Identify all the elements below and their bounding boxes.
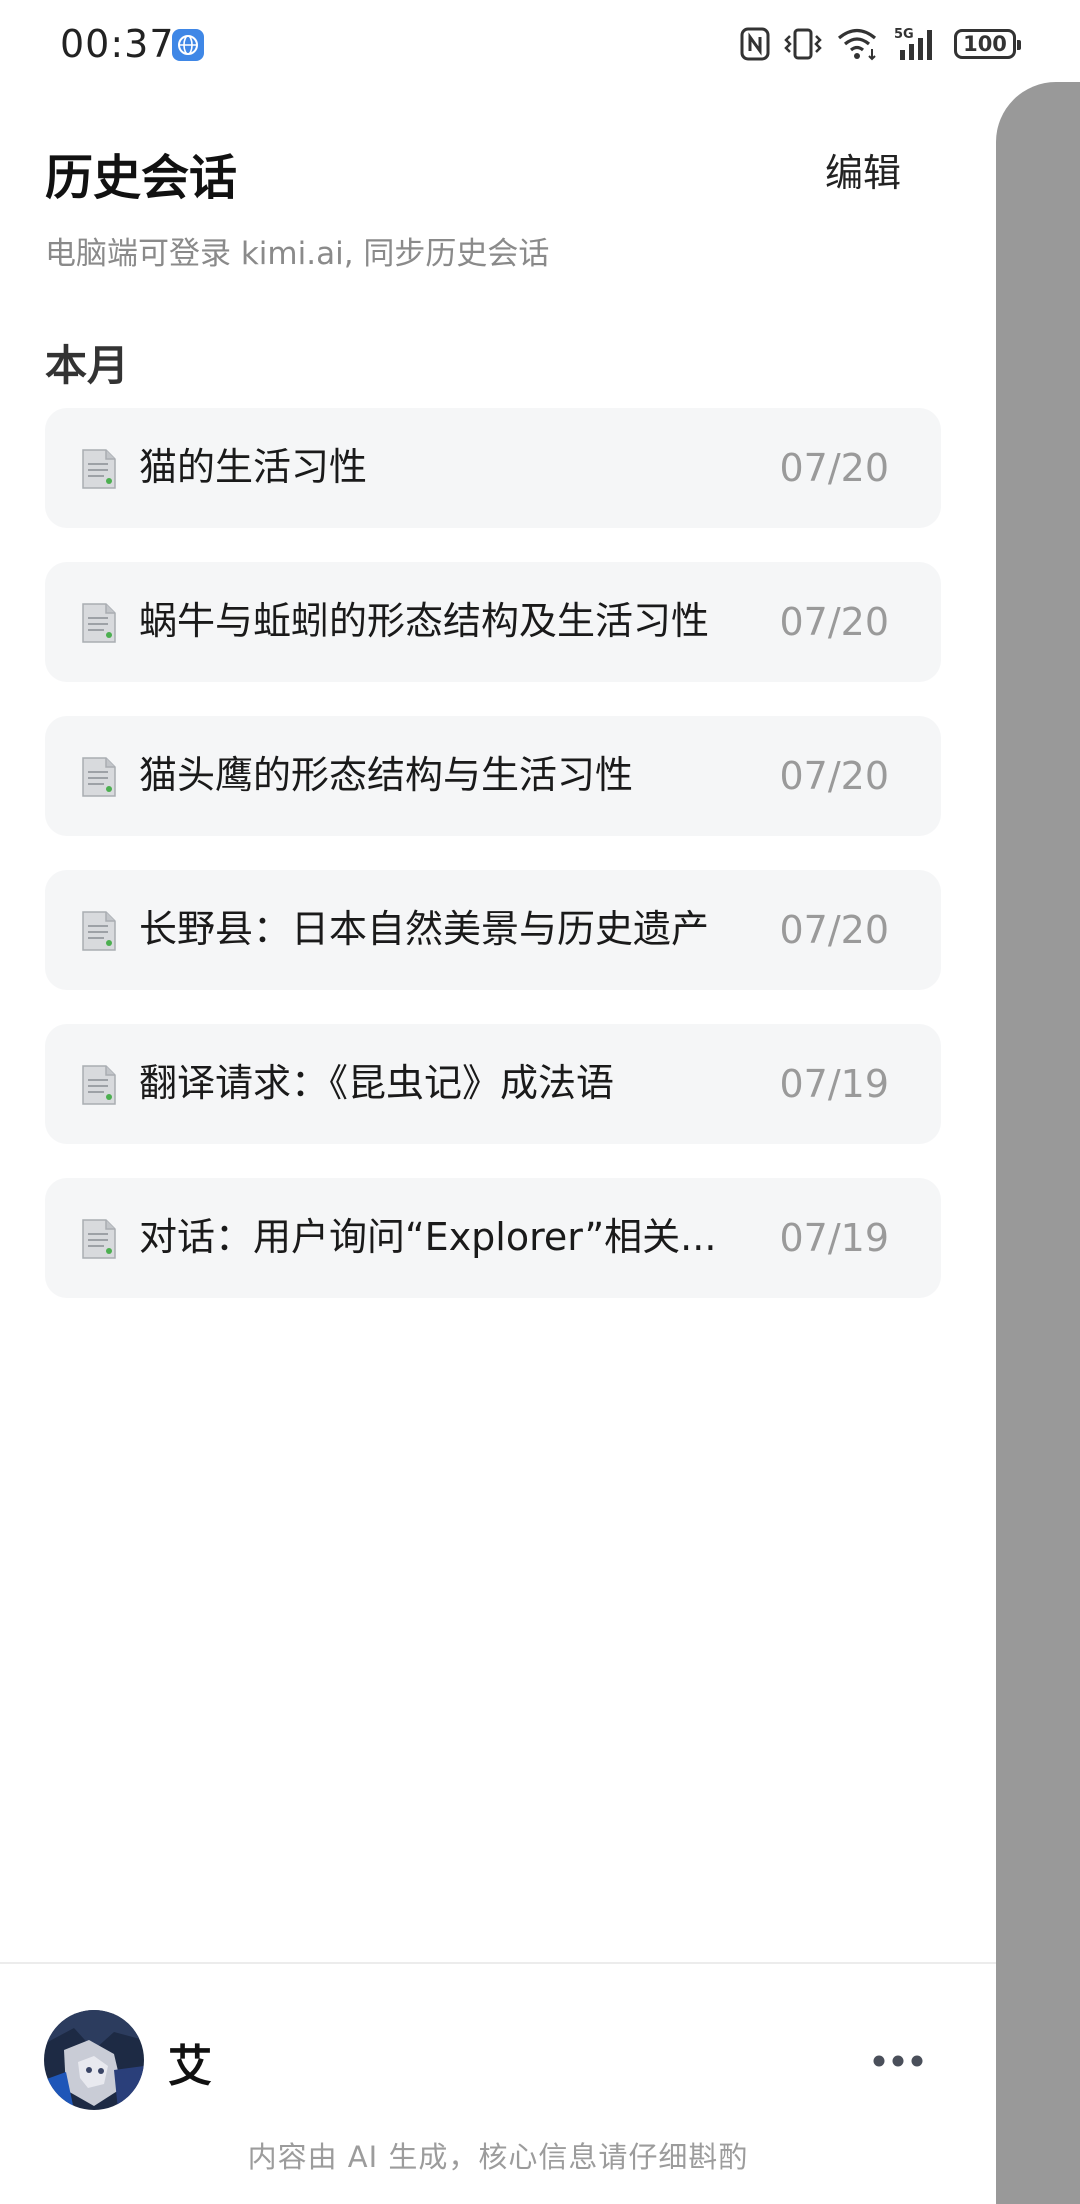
ai-disclaimer: 内容由 AI 生成，核心信息请仔细斟酌 <box>247 2140 749 2174</box>
status-time: 00:37 <box>60 22 175 66</box>
globe-icon <box>172 29 204 61</box>
history-item[interactable]: 翻译请求：《昆虫记》成法语 07/19 <box>45 1024 941 1144</box>
status-icons: 5G 100 <box>740 24 1021 64</box>
more-button[interactable] <box>872 2046 924 2076</box>
history-drawer: 历史会话 编辑 电脑端可登录 kimi.ai, 同步历史会话 本月 猫的生活习性… <box>0 0 996 2204</box>
document-icon <box>82 1065 116 1105</box>
history-item[interactable]: 蜗牛与蚯蚓的形态结构及生活习性 07/20 <box>45 562 941 682</box>
history-item-title: 翻译请求：《昆虫记》成法语 <box>139 1061 615 1105</box>
document-icon <box>82 449 116 489</box>
user-name: 艾 <box>168 2041 212 2092</box>
document-icon <box>82 911 116 951</box>
history-item-date: 07/20 <box>779 908 889 952</box>
history-item-date: 07/20 <box>779 600 889 644</box>
more-icon <box>873 2055 923 2067</box>
history-item[interactable]: 猫头鹰的形态结构与生活习性 07/20 <box>45 716 941 836</box>
document-icon <box>82 1219 116 1259</box>
history-item-date: 07/20 <box>779 754 889 798</box>
history-item-title: 蜗牛与蚯蚓的形态结构及生活习性 <box>139 599 710 643</box>
footer-divider <box>0 1962 996 1964</box>
battery-icon: 100 <box>954 29 1021 59</box>
document-icon <box>82 757 116 797</box>
history-item[interactable]: 对话：用户询问“Explorer”相关... 07/19 <box>45 1178 941 1298</box>
avatar-image <box>44 2010 144 2110</box>
svg-text:5G: 5G <box>894 27 914 42</box>
document-icon <box>82 603 116 643</box>
history-item[interactable]: 猫的生活习性 07/20 <box>45 408 941 528</box>
history-item[interactable]: 长野县：日本自然美景与历史遗产 07/20 <box>45 870 941 990</box>
page-title: 历史会话 <box>45 150 238 206</box>
history-item-date: 07/19 <box>779 1062 889 1106</box>
history-item-title: 长野县：日本自然美景与历史遗产 <box>139 907 710 951</box>
history-item-date: 07/19 <box>779 1216 889 1260</box>
section-header-this-month: 本月 <box>45 341 130 390</box>
history-list: 猫的生活习性 07/20 蜗牛与蚯蚓的形态结构及生活习性 07/20 猫头鹰的形… <box>45 408 941 1332</box>
signal-5g-icon: 5G <box>894 27 932 60</box>
status-bar: 00:37 5G 100 <box>0 0 1080 90</box>
main-content-overlay[interactable] <box>996 82 1080 2204</box>
nfc-icon <box>740 27 770 61</box>
history-item-title: 猫的生活习性 <box>139 445 368 489</box>
history-item-date: 07/20 <box>779 446 889 490</box>
vibrate-icon <box>784 28 822 60</box>
edit-button[interactable]: 编辑 <box>825 142 901 197</box>
sync-hint: 电脑端可登录 kimi.ai, 同步历史会话 <box>45 236 550 272</box>
history-item-title: 猫头鹰的形态结构与生活习性 <box>139 753 634 797</box>
screen: 历史会话 编辑 电脑端可登录 kimi.ai, 同步历史会话 本月 猫的生活习性… <box>0 0 1080 2204</box>
wifi-icon <box>837 28 877 61</box>
avatar[interactable] <box>44 2010 144 2110</box>
history-item-title: 对话：用户询问“Explorer”相关... <box>139 1215 717 1259</box>
